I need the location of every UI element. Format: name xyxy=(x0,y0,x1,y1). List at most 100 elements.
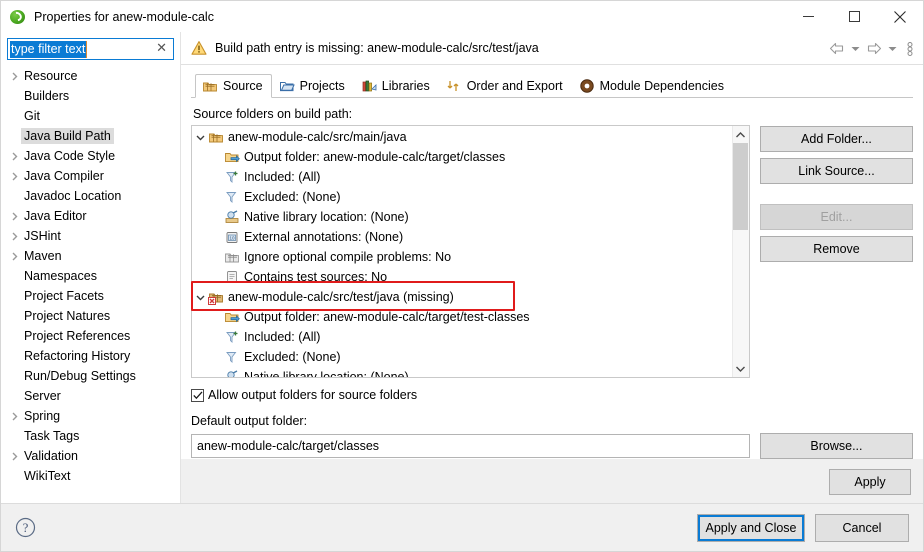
sidebar-item-run-debug-settings[interactable]: Run/Debug Settings xyxy=(1,366,180,386)
sidebar-item-resource[interactable]: Resource xyxy=(1,66,180,86)
maximize-icon[interactable] xyxy=(831,1,877,32)
tree-row[interactable]: Excluded: (None) xyxy=(192,187,732,207)
forward-dropdown-icon[interactable] xyxy=(886,38,899,60)
excluded-filter-icon xyxy=(224,349,240,365)
tree-row[interactable]: Output folder: anew-module-calc/target/t… xyxy=(192,307,732,327)
tree-row[interactable]: Included: (All) xyxy=(192,167,732,187)
sidebar-item-java-code-style[interactable]: Java Code Style xyxy=(1,146,180,166)
sidebar-item-project-natures[interactable]: Project Natures xyxy=(1,306,180,326)
apply-button[interactable]: Apply xyxy=(829,469,911,495)
tree-row[interactable]: Native library location: (None) xyxy=(192,367,732,377)
sidebar-item-label: Java Code Style xyxy=(24,149,116,163)
eclipse-globe-icon xyxy=(10,9,26,25)
cancel-button[interactable]: Cancel xyxy=(815,513,909,542)
remove-button[interactable]: Remove xyxy=(759,236,913,262)
apply-and-close-button[interactable]: Apply and Close xyxy=(697,513,805,542)
sidebar-item-project-references[interactable]: Project References xyxy=(1,326,180,346)
sidebar-item-server[interactable]: Server xyxy=(1,386,180,406)
sidebar-item-jshint[interactable]: JSHint xyxy=(1,226,180,246)
tree-row[interactable]: Excluded: (None) xyxy=(192,347,732,367)
tree-row[interactable]: Output folder: anew-module-calc/target/c… xyxy=(192,147,732,167)
sidebar-item-task-tags[interactable]: Task Tags xyxy=(1,426,180,446)
chevron-right-icon[interactable] xyxy=(7,172,21,181)
allow-output-folders-row[interactable]: Allow output folders for source folders xyxy=(191,386,913,404)
tree-row[interactable]: anew-module-calc/src/test/java (missing) xyxy=(192,287,732,307)
help-icon[interactable]: ? xyxy=(15,517,36,538)
tree-row[interactable]: anew-module-calc/src/main/java xyxy=(192,127,732,147)
tab-module-dependencies[interactable]: Module Dependencies xyxy=(572,74,733,98)
scroll-down-icon[interactable] xyxy=(732,360,749,377)
chevron-right-icon[interactable] xyxy=(7,232,21,241)
tree-row[interactable]: Included: (All) xyxy=(192,327,732,347)
close-icon[interactable] xyxy=(877,1,923,32)
tab-libraries[interactable]: Libraries xyxy=(354,74,439,98)
add-folder-button[interactable]: Add Folder... xyxy=(759,126,913,152)
sidebar-item-validation[interactable]: Validation xyxy=(1,446,180,466)
tree-row-label: Native library location: (None) xyxy=(244,210,409,224)
browse-button[interactable]: Browse... xyxy=(759,433,913,459)
properties-dialog: Properties for anew-module-calc type fil… xyxy=(0,0,924,552)
scroll-up-icon[interactable] xyxy=(732,126,749,143)
clear-filter-icon[interactable]: ✕ xyxy=(156,41,167,57)
tab-label: Libraries xyxy=(381,79,430,93)
forward-arrow-icon[interactable] xyxy=(864,38,884,60)
scrollbar-thumb[interactable] xyxy=(733,143,749,230)
sidebar-item-java-compiler[interactable]: Java Compiler xyxy=(1,166,180,186)
tree-row[interactable]: Native library location: (None) xyxy=(192,207,732,227)
chevron-right-icon[interactable] xyxy=(7,152,21,161)
filter-input[interactable]: type filter text xyxy=(10,40,88,58)
back-arrow-icon[interactable] xyxy=(827,38,847,60)
sidebar-item-git[interactable]: Git xyxy=(1,106,180,126)
sidebar-item-label: Server xyxy=(24,389,61,403)
tree-rows[interactable]: anew-module-calc/src/main/java Output fol… xyxy=(192,126,732,377)
sidebar-item-label: JSHint xyxy=(24,229,61,243)
sidebar-item-javadoc-location[interactable]: Javadoc Location xyxy=(1,186,180,206)
tab-order-and-export[interactable]: Order and Export xyxy=(439,74,572,98)
view-menu-icon[interactable] xyxy=(901,38,919,60)
sidebar-item-maven[interactable]: Maven xyxy=(1,246,180,266)
link-source-button[interactable]: Link Source... xyxy=(759,158,913,184)
source-folder-icon xyxy=(208,129,224,145)
filter-input-wrap[interactable]: type filter text ✕ xyxy=(7,38,174,60)
chevron-right-icon[interactable] xyxy=(7,252,21,261)
tree-row-label: Ignore optional compile problems: No xyxy=(244,250,452,264)
default-output-folder-input[interactable]: anew-module-calc/target/classes xyxy=(191,434,750,458)
sidebar-item-wikitext[interactable]: WikiText xyxy=(1,466,180,486)
chevron-right-icon[interactable] xyxy=(7,452,21,461)
tree-row[interactable]: Contains test sources: No xyxy=(192,267,732,287)
sidebar-item-refactoring-history[interactable]: Refactoring History xyxy=(1,346,180,366)
sidebar-item-spring[interactable]: Spring xyxy=(1,406,180,426)
sidebar-item-label: Task Tags xyxy=(24,429,80,443)
chevron-down-icon[interactable] xyxy=(192,293,208,302)
sidebar-item-label: Git xyxy=(24,109,40,123)
tree-action-buttons[interactable]: Add Folder... Link Source... Edit... Remove xyxy=(759,125,913,378)
back-dropdown-icon[interactable] xyxy=(849,38,862,60)
sidebar-item-label: Validation xyxy=(24,449,78,463)
sidebar-item-java-build-path[interactable]: Java Build Path xyxy=(1,126,180,146)
tab-projects[interactable]: Projects xyxy=(272,74,354,98)
source-folders-tree[interactable]: anew-module-calc/src/main/java Output fol… xyxy=(191,125,750,378)
module-dependencies-icon xyxy=(579,78,595,94)
tab-label: Order and Export xyxy=(466,79,563,93)
sidebar-item-builders[interactable]: Builders xyxy=(1,86,180,106)
settings-nav-tree[interactable]: Resource Builders Git Java Build Path Java C… xyxy=(1,64,180,503)
scrollbar-track[interactable] xyxy=(732,143,749,360)
footer-buttons: Apply and Close Cancel xyxy=(697,513,909,542)
sidebar-item-java-editor[interactable]: Java Editor xyxy=(1,206,180,226)
tree-row[interactable]: Ignore optional compile problems: No xyxy=(192,247,732,267)
minimize-icon[interactable] xyxy=(785,1,831,32)
chevron-right-icon[interactable] xyxy=(7,412,21,421)
tree-row[interactable]: 10 External annotations: (None) xyxy=(192,227,732,247)
tab-source[interactable]: Source xyxy=(195,74,272,98)
tree-vertical-scrollbar[interactable] xyxy=(731,126,749,377)
chevron-right-icon[interactable] xyxy=(7,212,21,221)
sidebar-item-project-facets[interactable]: Project Facets xyxy=(1,286,180,306)
build-path-tabs[interactable]: Source Projects Libraries Order and Export M… xyxy=(191,73,913,98)
chevron-down-icon[interactable] xyxy=(192,133,208,142)
sidebar-item-namespaces[interactable]: Namespaces xyxy=(1,266,180,286)
allow-output-folders-checkbox[interactable] xyxy=(191,388,204,402)
dialog-body: type filter text ✕ Resource Builders Git Ja… xyxy=(1,32,923,503)
tree-row-label: Included: (All) xyxy=(244,170,321,184)
svg-text:10: 10 xyxy=(229,236,235,241)
chevron-right-icon[interactable] xyxy=(7,72,21,81)
